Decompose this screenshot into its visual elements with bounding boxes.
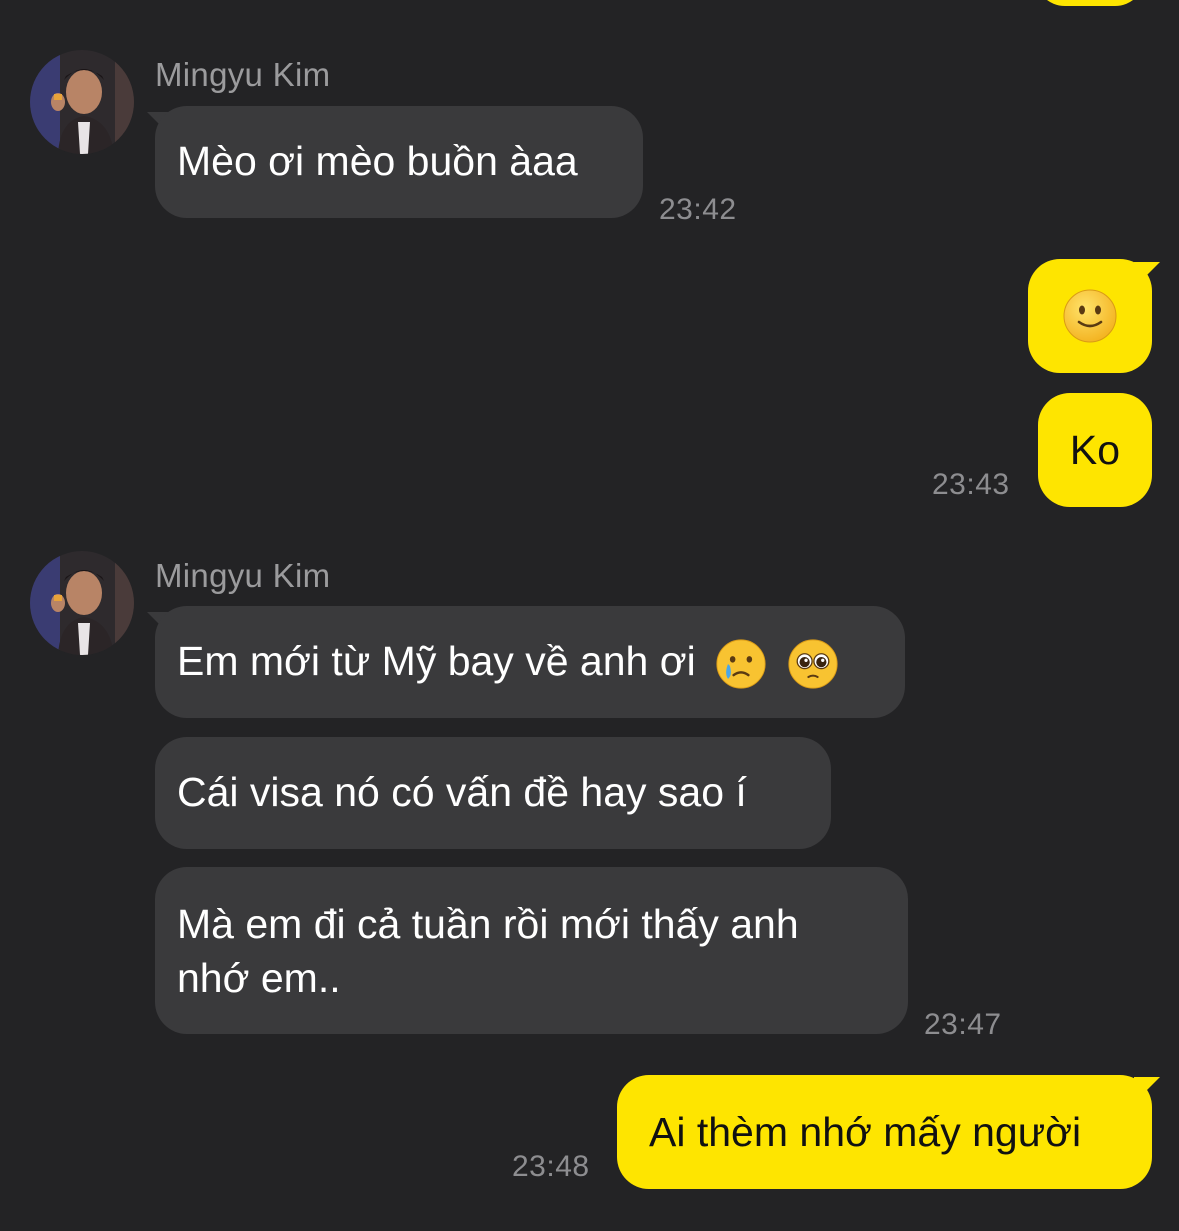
sender-name: Mingyu Kim — [155, 56, 331, 93]
chat-area: Mingyu Kim Mèo ơi mèo buồn àaa 23:42 Ko … — [0, 0, 1179, 1231]
avatar[interactable] — [30, 50, 134, 154]
previous-outgoing-bubble[interactable] — [1035, 0, 1145, 6]
outgoing-message-bubble[interactable]: Ko — [1038, 393, 1152, 507]
avatar-image — [30, 50, 134, 154]
message-text: Ko — [1069, 427, 1121, 473]
incoming-message-bubble[interactable]: Mèo ơi mèo buồn àaa — [155, 106, 643, 218]
message-text: Cái visa nó có vấn đề hay sao í — [177, 769, 747, 815]
incoming-message-bubble[interactable]: Em mới từ Mỹ bay về anh ơi — [155, 606, 905, 718]
message-text-line: nhớ em.. — [177, 955, 341, 1001]
message-timestamp: 23:48 — [512, 1150, 590, 1183]
outgoing-message-bubble[interactable]: Ai thèm nhớ mấy người — [617, 1075, 1152, 1189]
message-timestamp: 23:43 — [932, 468, 1010, 501]
sender-name: Mingyu Kim — [155, 557, 331, 594]
message-text: Em mới từ Mỹ bay về anh ơi — [177, 638, 696, 684]
incoming-message-bubble[interactable]: Mà em đi cả tuần rồi mới thấy anh nhớ em… — [155, 867, 908, 1034]
incoming-message-bubble[interactable]: Cái visa nó có vấn đề hay sao í — [155, 737, 831, 849]
slightly-smiling-face-icon — [1063, 289, 1117, 343]
message-text: Mèo ơi mèo buồn àaa — [177, 138, 578, 184]
avatar[interactable] — [30, 551, 134, 655]
avatar-image — [30, 551, 134, 655]
message-timestamp: 23:47 — [924, 1008, 1002, 1041]
pleading-face-icon — [787, 639, 838, 689]
outgoing-emoji-bubble[interactable] — [1028, 259, 1152, 373]
message-text-line: Mà em đi cả tuần rồi mới thấy anh — [177, 901, 799, 947]
message-text: Ai thèm nhớ mấy người — [649, 1109, 1082, 1155]
crying-face-icon — [716, 639, 766, 689]
message-timestamp: 23:42 — [659, 193, 737, 226]
